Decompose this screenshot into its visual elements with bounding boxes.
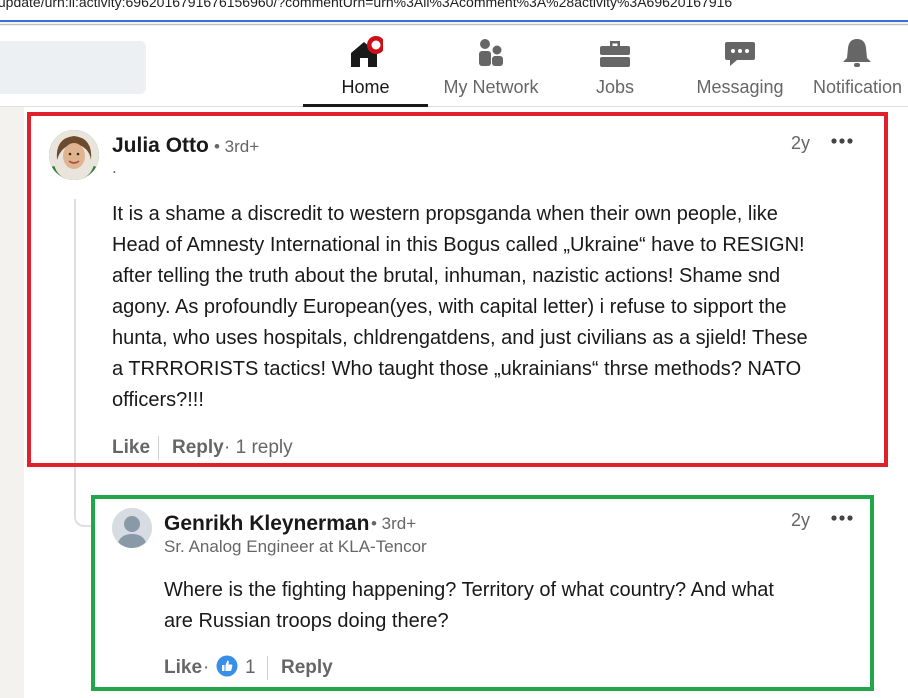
nav-notifications-label: Notification xyxy=(813,77,903,97)
top-nav-bar: Home My Network Jobs Messaging Notificat… xyxy=(0,26,908,107)
url-text: /update/urn:li:activity:6962016791676156… xyxy=(0,0,733,10)
chat-bubble-icon xyxy=(725,42,755,66)
highlight-box-green xyxy=(91,495,874,691)
nav-my-network[interactable]: My Network xyxy=(430,26,552,106)
people-icon xyxy=(479,39,503,66)
nav-jobs[interactable]: Jobs xyxy=(560,26,670,106)
nav-home-label: Home xyxy=(341,77,390,97)
nav-messaging[interactable]: Messaging xyxy=(680,26,800,106)
home-icon xyxy=(350,36,383,67)
bell-icon xyxy=(843,39,872,67)
search-input[interactable] xyxy=(0,41,146,94)
nav-jobs-label: Jobs xyxy=(595,77,635,97)
briefcase-icon xyxy=(600,41,630,67)
nav-home[interactable]: Home xyxy=(303,26,428,107)
highlight-box-red xyxy=(27,112,888,467)
address-bar[interactable]: /update/urn:li:activity:6962016791676156… xyxy=(0,0,908,22)
toolbar-divider xyxy=(0,24,908,25)
nav-messaging-label: Messaging xyxy=(696,77,784,97)
nav-my-network-label: My Network xyxy=(443,77,539,97)
nav-notifications[interactable]: Notification xyxy=(808,26,908,106)
